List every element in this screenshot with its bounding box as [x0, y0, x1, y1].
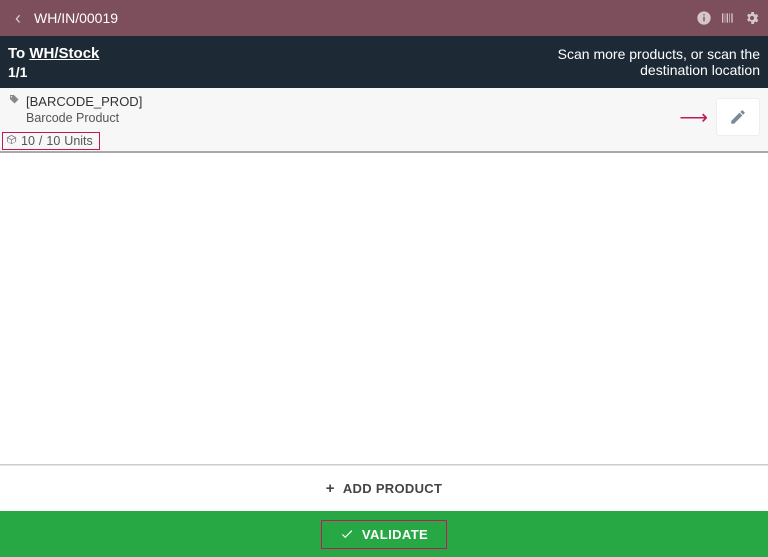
add-product-label: ADD PRODUCT	[343, 481, 442, 496]
qty-demand: 10	[46, 134, 60, 148]
arrow-right-icon: ⟶	[679, 105, 706, 130]
plus-icon: +	[326, 480, 335, 497]
transfer-title: WH/IN/00019	[34, 10, 118, 26]
destination-line: To WH/Stock	[8, 45, 99, 62]
check-icon	[340, 527, 354, 541]
validate-bar: VALIDATE	[0, 511, 768, 557]
back-button[interactable]: ‹	[8, 8, 28, 29]
package-icon	[6, 134, 17, 148]
barcode-icon[interactable]	[720, 10, 736, 26]
validate-button[interactable]: VALIDATE	[321, 520, 447, 549]
sub-bar: To WH/Stock 1/1 Scan more products, or s…	[0, 36, 768, 88]
info-icon[interactable]	[696, 10, 712, 26]
qty-separator: /	[39, 134, 42, 148]
line-count: 1/1	[8, 64, 99, 80]
top-bar: ‹ WH/IN/00019	[0, 0, 768, 36]
add-product-button[interactable]: + ADD PRODUCT	[0, 465, 768, 511]
tag-icon	[8, 94, 20, 109]
to-label: To	[8, 45, 29, 62]
lines-scroll-area[interactable]: [BARCODE_PROD] Barcode Product 10 / 10 U…	[0, 88, 768, 465]
product-line[interactable]: [BARCODE_PROD] Barcode Product 10 / 10 U…	[0, 88, 768, 153]
edit-line-button[interactable]	[716, 98, 760, 136]
validate-label: VALIDATE	[362, 527, 428, 542]
product-name: Barcode Product	[26, 111, 760, 125]
product-reference: [BARCODE_PROD]	[26, 94, 142, 109]
qty-uom: Units	[64, 134, 92, 148]
pencil-icon	[729, 108, 747, 126]
destination-location[interactable]: WH/Stock	[29, 45, 99, 62]
quantity-box: 10 / 10 Units	[2, 132, 100, 150]
qty-done: 10	[21, 134, 35, 148]
scan-hint: Scan more products, or scan the destinat…	[500, 46, 760, 78]
gear-icon[interactable]	[744, 10, 760, 26]
